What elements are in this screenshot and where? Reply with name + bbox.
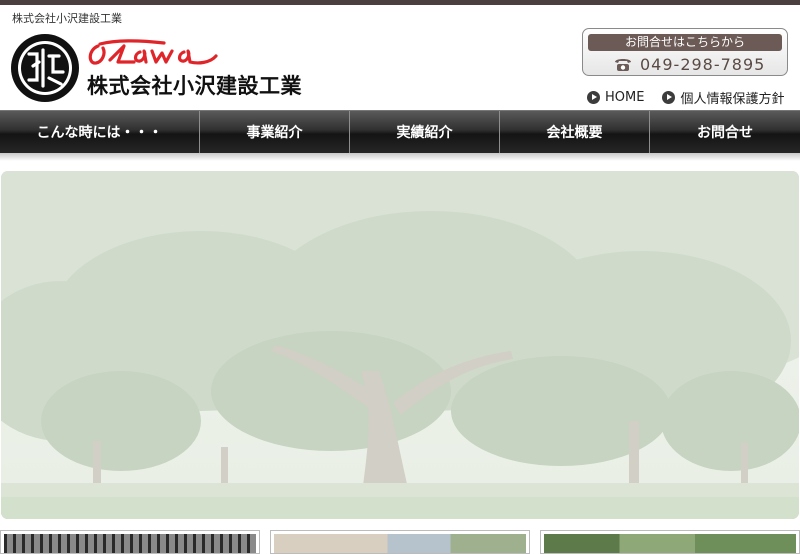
- thumbnail-row: [0, 530, 800, 554]
- privacy-policy-link-label: 個人情報保護方針: [680, 92, 785, 107]
- nav-shadow: [0, 153, 800, 161]
- arrow-right-icon: [587, 91, 600, 104]
- contact-label: お問合せはこちらから: [588, 34, 782, 51]
- phone-icon: [615, 59, 631, 71]
- nav-item-company[interactable]: 会社概要: [500, 111, 650, 153]
- thumbnail-fence[interactable]: [0, 530, 260, 554]
- thumbnail-building[interactable]: [270, 530, 530, 554]
- phone-row: 049-298-7895: [613, 54, 765, 74]
- phone-number: 049-298-7895: [640, 54, 766, 74]
- privacy-policy-link[interactable]: 個人情報保護方針: [662, 88, 784, 107]
- brand-script-logo: [88, 39, 218, 65]
- site-tagline: 株式会社小沢建設工業: [12, 12, 122, 25]
- hero-image: [1, 171, 799, 519]
- nav-item-contact[interactable]: お問合せ: [650, 111, 800, 153]
- home-link-label: HOME: [605, 90, 645, 105]
- crest-logo-icon[interactable]: [9, 32, 81, 104]
- company-name: 株式会社小沢建設工業: [87, 74, 302, 98]
- thumbnail-garden[interactable]: [540, 530, 800, 554]
- nav-item-services[interactable]: 事業紹介: [200, 111, 350, 153]
- top-strip: [0, 0, 800, 5]
- main-nav: こんな時には・・・ 事業紹介 実績紹介 会社概要 お問合せ: [0, 110, 800, 153]
- nav-item-situations[interactable]: こんな時には・・・: [0, 111, 200, 153]
- contact-box[interactable]: お問合せはこちらから 049-298-7895: [582, 28, 788, 76]
- utility-links: HOME 個人情報保護方針: [587, 88, 784, 107]
- hero-trees-illustration: [1, 171, 799, 519]
- home-link[interactable]: HOME: [587, 90, 644, 105]
- arrow-right-icon: [662, 91, 676, 104]
- nav-item-works[interactable]: 実績紹介: [350, 111, 500, 153]
